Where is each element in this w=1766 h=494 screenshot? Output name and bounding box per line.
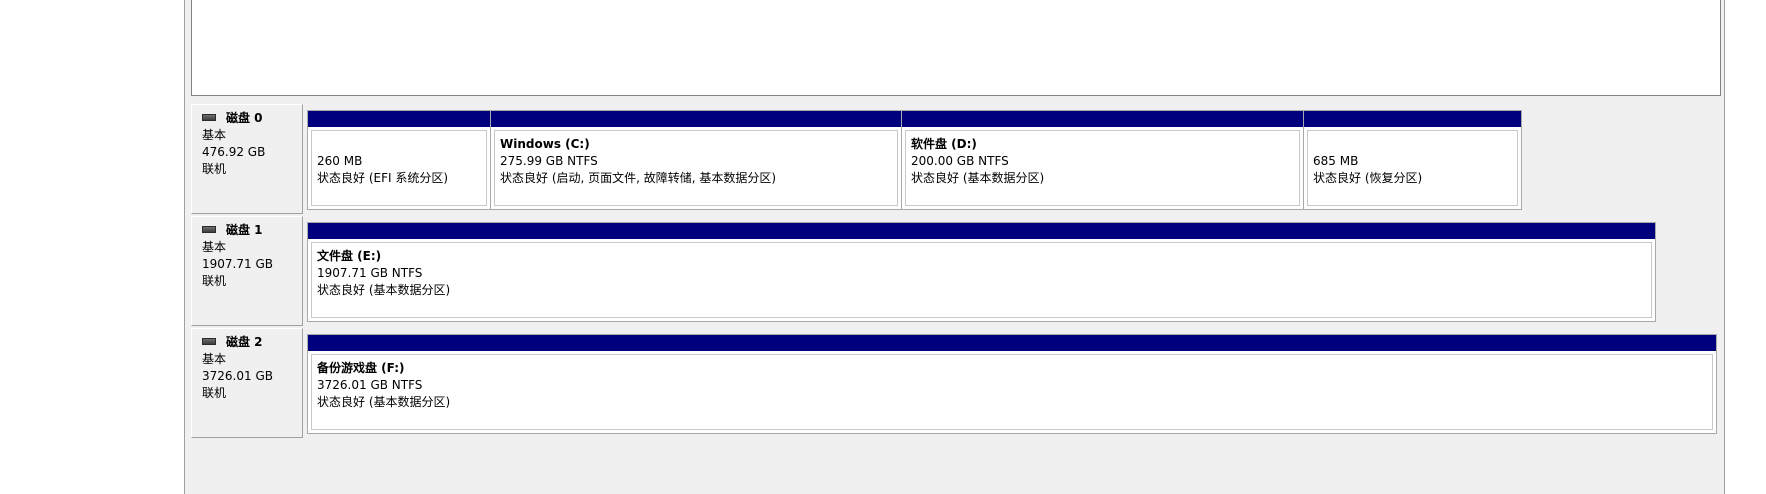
partition-e[interactable]: 文件盘 (E:) 1907.71 GB NTFS 状态良好 (基本数据分区) bbox=[307, 222, 1656, 322]
partition-recovery[interactable]: 685 MB 状态良好 (恢复分区) bbox=[1303, 110, 1522, 210]
disk-info-2[interactable]: 磁盘 2 基本 3726.01 GB 联机 bbox=[191, 328, 303, 438]
partition-bar bbox=[308, 111, 490, 127]
disk-info-0[interactable]: 磁盘 0 基本 476.92 GB 联机 bbox=[191, 104, 303, 214]
partition-name bbox=[1313, 136, 1517, 153]
partition-size: 275.99 GB NTFS bbox=[500, 154, 598, 168]
disk-status: 联机 bbox=[202, 386, 227, 400]
partition-bar bbox=[308, 223, 1655, 239]
partition-efi[interactable]: 260 MB 状态良好 (EFI 系统分区) bbox=[307, 110, 491, 210]
partition-name: 文件盘 (E:) bbox=[317, 249, 382, 263]
partition-name: 软件盘 (D:) bbox=[911, 137, 977, 151]
partition-name: 备份游戏盘 (F:) bbox=[317, 361, 405, 375]
partition-status: 状态良好 (基本数据分区) bbox=[317, 395, 451, 409]
partition-size: 3726.01 GB NTFS bbox=[317, 378, 423, 392]
partition-bar bbox=[308, 335, 1716, 351]
partition-status: 状态良好 (EFI 系统分区) bbox=[317, 171, 449, 185]
disk-size: 476.92 GB bbox=[202, 145, 266, 159]
partition-status: 状态良好 (启动, 页面文件, 故障转储, 基本数据分区) bbox=[500, 171, 777, 185]
disk-type: 基本 bbox=[202, 128, 227, 142]
partition-d[interactable]: 软件盘 (D:) 200.00 GB NTFS 状态良好 (基本数据分区) bbox=[901, 110, 1304, 210]
partition-name bbox=[317, 136, 486, 153]
volume-list-pane[interactable] bbox=[191, 0, 1721, 96]
partition-status: 状态良好 (基本数据分区) bbox=[317, 283, 451, 297]
partition-name: Windows (C:) bbox=[500, 137, 590, 151]
partition-bar bbox=[902, 111, 1303, 127]
disk-name: 磁盘 1 bbox=[226, 223, 263, 237]
disk-drive-icon bbox=[202, 338, 216, 345]
partition-size: 685 MB bbox=[1313, 154, 1359, 168]
left-blank-area bbox=[0, 0, 184, 494]
disk-status: 联机 bbox=[202, 274, 227, 288]
partition-size: 200.00 GB NTFS bbox=[911, 154, 1009, 168]
partition-size: 1907.71 GB NTFS bbox=[317, 266, 423, 280]
disk-size: 1907.71 GB bbox=[202, 257, 273, 271]
partition-c[interactable]: Windows (C:) 275.99 GB NTFS 状态良好 (启动, 页面… bbox=[490, 110, 902, 210]
graphical-disk-view: 磁盘 0 基本 476.92 GB 联机 260 MB 状态良好 (EFI 系统… bbox=[184, 0, 1724, 494]
disk-type: 基本 bbox=[202, 352, 227, 366]
partition-bar bbox=[491, 111, 901, 127]
partition-f[interactable]: 备份游戏盘 (F:) 3726.01 GB NTFS 状态良好 (基本数据分区) bbox=[307, 334, 1717, 434]
partition-status: 状态良好 (恢复分区) bbox=[1313, 171, 1423, 185]
disk-name: 磁盘 2 bbox=[226, 335, 263, 349]
disk-size: 3726.01 GB bbox=[202, 369, 273, 383]
right-blank-area bbox=[1724, 0, 1766, 494]
disk-info-1[interactable]: 磁盘 1 基本 1907.71 GB 联机 bbox=[191, 216, 303, 326]
disk-drive-icon bbox=[202, 114, 216, 121]
disk-name: 磁盘 0 bbox=[226, 111, 263, 125]
partition-size: 260 MB bbox=[317, 154, 363, 168]
partition-status: 状态良好 (基本数据分区) bbox=[911, 171, 1045, 185]
disk-management-window: 磁盘 0 基本 476.92 GB 联机 260 MB 状态良好 (EFI 系统… bbox=[0, 0, 1766, 494]
partition-bar bbox=[1304, 111, 1521, 127]
disk-drive-icon bbox=[202, 226, 216, 233]
disk-type: 基本 bbox=[202, 240, 227, 254]
disk-status: 联机 bbox=[202, 162, 227, 176]
